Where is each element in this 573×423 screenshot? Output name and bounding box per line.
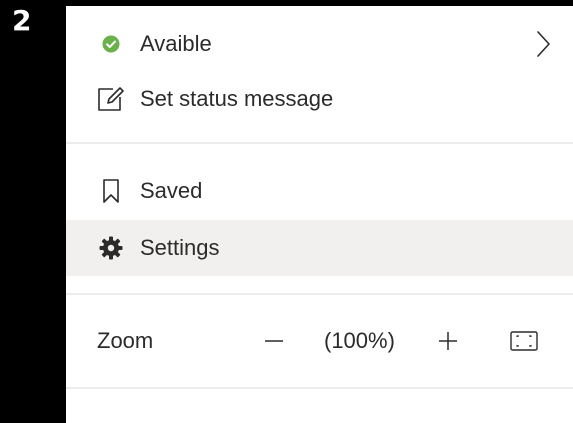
menu-divider xyxy=(66,293,573,295)
zoom-row: Zoom (100%) xyxy=(66,313,573,369)
saved-menu-item[interactable]: Saved xyxy=(66,163,573,219)
saved-label: Saved xyxy=(140,178,203,203)
profile-menu: Avaible Set status message Saved Setting… xyxy=(66,6,573,423)
plus-icon[interactable] xyxy=(437,330,459,352)
chevron-right-icon[interactable] xyxy=(533,29,553,59)
set-status-label: Set status message xyxy=(140,86,334,111)
check-circle-icon xyxy=(96,29,126,59)
zoom-label: Zoom xyxy=(97,328,154,353)
status-label: Avaible xyxy=(140,31,212,56)
screenshot-stage: 2 Avaible Set status message Saved Setti… xyxy=(0,0,573,423)
fullscreen-icon[interactable] xyxy=(509,330,539,352)
set-status-message-item[interactable]: Set status message xyxy=(66,71,573,127)
step-number: 2 xyxy=(12,4,32,37)
settings-menu-item[interactable]: Settings xyxy=(66,220,573,276)
edit-message-icon xyxy=(96,84,126,114)
bookmark-icon xyxy=(96,176,126,206)
gear-icon xyxy=(96,233,126,263)
menu-divider xyxy=(66,387,573,389)
settings-label: Settings xyxy=(140,235,220,260)
minus-icon[interactable] xyxy=(263,330,285,352)
status-menu-item[interactable]: Avaible xyxy=(66,16,573,72)
menu-divider xyxy=(66,142,573,144)
zoom-value: (100%) xyxy=(324,328,395,353)
